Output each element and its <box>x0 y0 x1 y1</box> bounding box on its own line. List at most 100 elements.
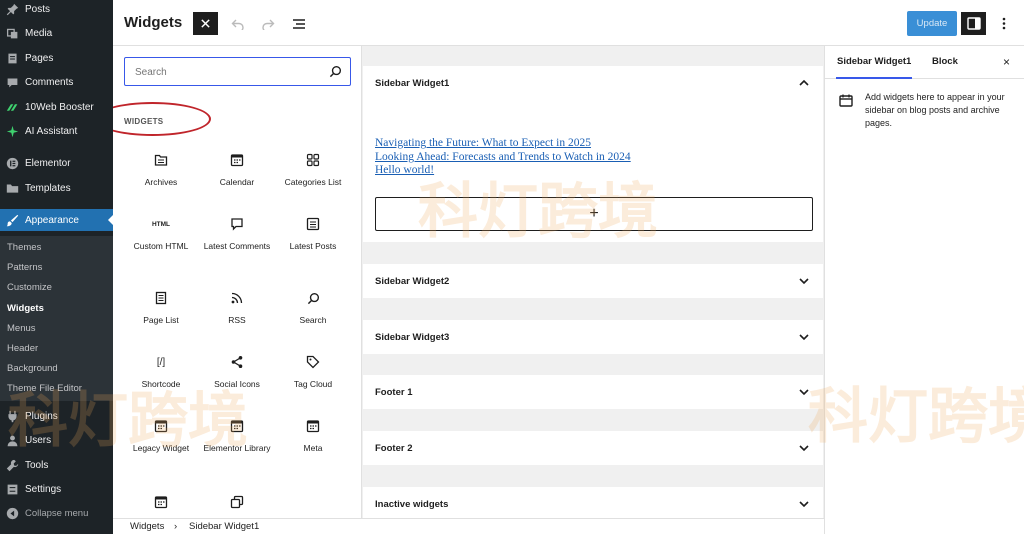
block-archives[interactable]: Archives <box>123 151 199 187</box>
widget-area-footer-2[interactable]: Footer 2 <box>363 431 823 465</box>
block-item[interactable] <box>123 493 199 511</box>
submenu-background[interactable]: Background <box>7 363 58 374</box>
brush-icon <box>6 214 19 226</box>
user-icon <box>7 435 18 446</box>
submenu-menus[interactable]: Menus <box>7 323 36 334</box>
posts-icon <box>306 217 320 231</box>
settings-icon <box>7 484 18 494</box>
sidebar-panel-icon <box>966 17 981 30</box>
settings-tabs: Sidebar Widget1 Block × <box>825 46 1024 79</box>
page-title: Widgets <box>124 14 183 31</box>
recent-post-link[interactable]: Hello world! <box>375 164 434 176</box>
admin-menu-posts[interactable]: Posts <box>0 0 113 20</box>
block-shortcode[interactable]: [/] Shortcode <box>123 353 199 390</box>
submenu-patterns[interactable]: Patterns <box>7 262 42 273</box>
block-categories-list[interactable]: Categories List <box>275 151 351 187</box>
block-social-icons[interactable]: Social Icons <box>199 353 275 389</box>
admin-menu-media[interactable]: Media <box>0 22 113 44</box>
chevron-down-icon <box>799 445 809 452</box>
widget-area-title[interactable]: Sidebar Widget1 <box>375 78 449 89</box>
block-legacy-widget[interactable]: Legacy Widget <box>123 417 199 453</box>
tag-icon <box>306 355 320 369</box>
admin-menu-plugins[interactable]: Plugins <box>0 405 113 427</box>
admin-menu-comments[interactable]: Comments <box>0 71 113 93</box>
widget-area-inactive-widgets[interactable]: Inactive widgets <box>363 487 823 518</box>
list-view-button[interactable] <box>286 12 311 35</box>
block-calendar[interactable]: Calendar <box>199 151 275 187</box>
admin-menu-label: 10Web Booster <box>25 101 94 113</box>
undo-icon <box>231 19 244 30</box>
elementor-icon <box>6 157 19 169</box>
appearance-submenu: Themes Patterns Customize Widgets Menus … <box>0 236 113 401</box>
admin-menu-templates[interactable]: Templates <box>0 177 113 199</box>
wrench-icon <box>6 459 19 471</box>
submenu-themes[interactable]: Themes <box>7 242 41 253</box>
tab-widget-area[interactable]: Sidebar Widget1 <box>835 56 913 79</box>
block-page-list[interactable]: Page List <box>123 289 199 325</box>
block-label: Meta <box>303 443 323 453</box>
page-icon <box>8 53 17 63</box>
list-view-icon <box>292 18 305 29</box>
block-latest-posts[interactable]: Latest Posts <box>275 215 351 251</box>
tab-block[interactable]: Block <box>932 56 958 67</box>
block-label: Tag Cloud <box>293 379 333 389</box>
block-search-widget[interactable]: Search <box>275 289 351 325</box>
pin-icon <box>6 3 19 15</box>
admin-menu-label: Settings <box>25 483 62 495</box>
chevron-up-icon[interactable] <box>799 79 809 86</box>
submenu-header[interactable]: Header <box>7 343 38 354</box>
admin-menu-label: Appearance <box>25 214 79 226</box>
settings-toggle-button[interactable] <box>961 12 986 35</box>
options-button[interactable] <box>991 12 1016 35</box>
block-search-input[interactable] <box>135 64 320 80</box>
submenu-customize[interactable]: Customize <box>7 282 52 293</box>
plug-icon <box>8 410 17 422</box>
block-custom-html[interactable]: HTML Custom HTML <box>123 215 199 252</box>
widget-area-sidebar-widget1: Sidebar Widget1 Navigating the Future: W… <box>363 66 823 242</box>
block-item[interactable] <box>199 493 275 511</box>
calendar-icon <box>154 496 168 509</box>
admin-menu-settings[interactable]: Settings <box>0 478 113 500</box>
recent-post-link[interactable]: Navigating the Future: What to Expect in… <box>375 137 591 149</box>
widgets-screen: Posts Media Pages Comments 10Web Booster… <box>0 0 1024 534</box>
sparkle-icon <box>6 125 19 137</box>
collapse-menu-label: Collapse menu <box>25 507 89 519</box>
close-inserter-button[interactable] <box>193 12 218 35</box>
add-block-button[interactable]: + <box>375 197 813 231</box>
admin-menu-label: Media <box>25 27 53 39</box>
widget-area-footer-1[interactable]: Footer 1 <box>363 375 823 409</box>
admin-menu-elementor[interactable]: Elementor <box>0 152 113 174</box>
block-elementor-library[interactable]: Elementor Library <box>199 417 275 453</box>
collapse-menu-button[interactable]: Collapse menu <box>0 502 113 524</box>
block-label: Archives <box>144 177 178 187</box>
breadcrumb-item-widgets[interactable]: Widgets <box>130 521 164 532</box>
update-button[interactable]: Update <box>907 11 957 36</box>
breadcrumb-separator: › <box>174 521 178 532</box>
copy-icon <box>230 495 244 509</box>
block-latest-comments[interactable]: Latest Comments <box>199 215 275 251</box>
widget-area-sidebar-widget3[interactable]: Sidebar Widget3 <box>363 320 823 354</box>
search-icon <box>307 292 319 304</box>
block-label: Elementor Library <box>203 443 271 453</box>
chevron-down-icon <box>799 334 809 341</box>
submenu-widgets[interactable]: Widgets <box>7 303 44 314</box>
block-tag-cloud[interactable]: Tag Cloud <box>275 353 351 389</box>
redo-button[interactable] <box>255 12 280 35</box>
recent-post-link[interactable]: Looking Ahead: Forecasts and Trends to W… <box>375 151 631 163</box>
admin-menu-ai-assistant[interactable]: AI Assistant <box>0 120 113 142</box>
widget-area-title: Inactive widgets <box>375 499 449 510</box>
submenu-theme-file-editor[interactable]: Theme File Editor <box>7 383 82 394</box>
admin-menu-users[interactable]: Users <box>0 429 113 451</box>
breadcrumb-item-sidebar-widget1[interactable]: Sidebar Widget1 <box>189 521 259 532</box>
admin-menu-appearance[interactable]: Appearance <box>0 209 113 231</box>
widget-area-sidebar-widget2[interactable]: Sidebar Widget2 <box>363 264 823 298</box>
rss-icon <box>231 292 243 304</box>
admin-menu-tools[interactable]: Tools <box>0 454 113 476</box>
admin-menu-10web-booster[interactable]: 10Web Booster <box>0 96 113 118</box>
undo-button[interactable] <box>225 12 250 35</box>
close-settings-button[interactable]: × <box>1003 55 1010 69</box>
search-icon <box>329 65 342 78</box>
block-rss[interactable]: RSS <box>199 289 275 325</box>
admin-menu-pages[interactable]: Pages <box>0 47 113 69</box>
block-meta[interactable]: Meta <box>275 417 351 453</box>
